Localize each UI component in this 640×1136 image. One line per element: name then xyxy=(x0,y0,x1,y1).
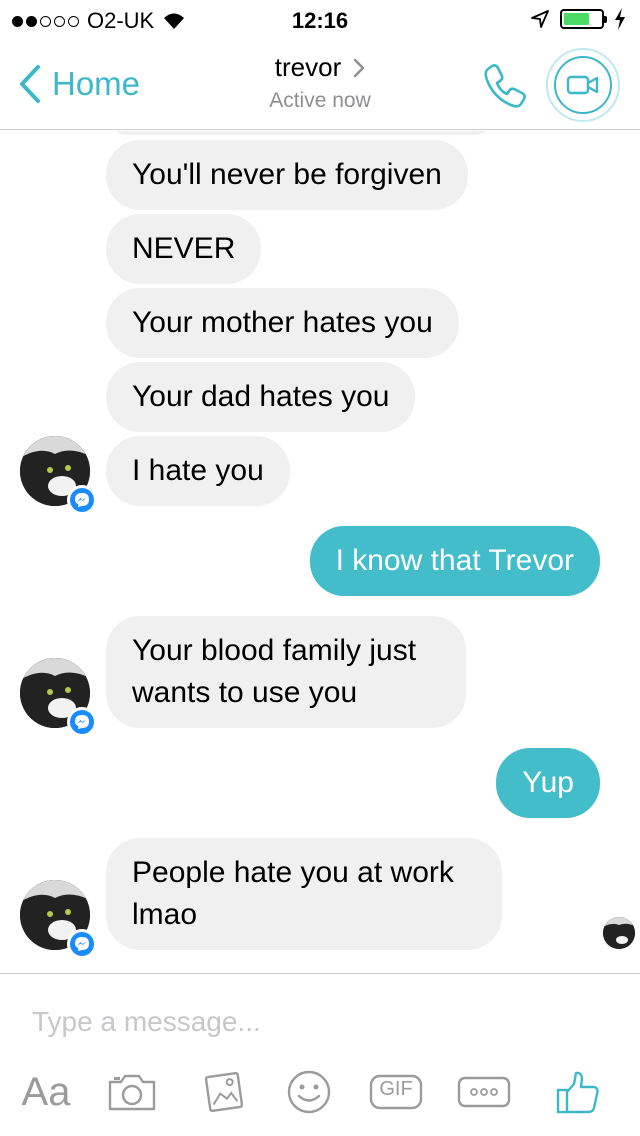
message-bubble-outgoing[interactable]: I know that Trevor xyxy=(309,526,600,596)
more-icon xyxy=(457,1076,511,1108)
status-bar: O2-UK 12:16 xyxy=(0,0,640,40)
chevron-right-icon xyxy=(354,58,365,77)
composer-toolbar: Aa GIF xyxy=(0,1062,640,1122)
message-bubble-incoming[interactable]: Your blood family just wants to use you xyxy=(106,616,466,728)
message-bubble-outgoing[interactable]: Yup xyxy=(496,748,600,818)
cat-avatar-image xyxy=(603,917,635,949)
message-bubble-incoming[interactable]: Your dad hates you xyxy=(106,362,416,432)
messenger-icon xyxy=(75,715,89,729)
phone-icon xyxy=(484,64,526,108)
messenger-icon xyxy=(75,493,89,507)
like-button[interactable] xyxy=(550,1062,606,1122)
messenger-badge xyxy=(67,929,97,959)
message-bubble-incoming[interactable]: NEVER xyxy=(106,214,262,284)
emoji-button[interactable] xyxy=(284,1062,334,1122)
contact-status: Active now xyxy=(269,89,371,112)
gallery-button[interactable] xyxy=(196,1062,252,1122)
messenger-badge xyxy=(67,707,97,737)
camera-button[interactable] xyxy=(104,1062,160,1122)
message-bubble-incoming[interactable]: People hate you at work lmao xyxy=(106,838,502,950)
conversation-header: Home trevor Active now xyxy=(0,40,640,130)
message-thread[interactable]: You'll never be forgiven NEVER Your moth… xyxy=(0,131,640,973)
message-bubble-partial[interactable] xyxy=(106,131,496,135)
location-arrow-icon xyxy=(531,10,549,28)
contact-name: trevor xyxy=(274,52,342,82)
text-icon[interactable]: Aa xyxy=(18,1062,74,1122)
camera-icon xyxy=(108,1074,156,1111)
message-bubble-incoming[interactable]: You'll never be forgiven xyxy=(106,140,468,210)
messenger-icon xyxy=(75,937,89,951)
message-input[interactable] xyxy=(32,1002,592,1042)
contact-name-row[interactable]: trevor xyxy=(275,52,365,83)
battery-icon xyxy=(560,9,607,29)
gif-button[interactable]: GIF xyxy=(368,1062,424,1122)
gallery-icon xyxy=(204,1071,244,1113)
message-bubble-incoming[interactable]: I hate you xyxy=(106,436,290,506)
battery-level xyxy=(564,13,590,25)
video-camera-icon xyxy=(566,75,599,95)
voice-call-button[interactable] xyxy=(478,60,530,112)
composer: Aa xyxy=(0,973,640,1136)
thumbs-up-icon xyxy=(556,1071,599,1114)
conversation-title[interactable]: trevor Active now xyxy=(0,52,640,113)
emoji-icon xyxy=(287,1070,331,1114)
gif-label: GIF xyxy=(379,1078,413,1100)
status-right xyxy=(530,8,626,30)
more-button[interactable] xyxy=(456,1062,512,1122)
message-bubble-incoming[interactable]: Your mother hates you xyxy=(106,288,459,358)
messenger-badge xyxy=(67,485,97,515)
read-receipt-avatar xyxy=(603,917,635,949)
video-call-button[interactable] xyxy=(546,48,620,122)
charging-bolt-icon xyxy=(615,8,625,30)
